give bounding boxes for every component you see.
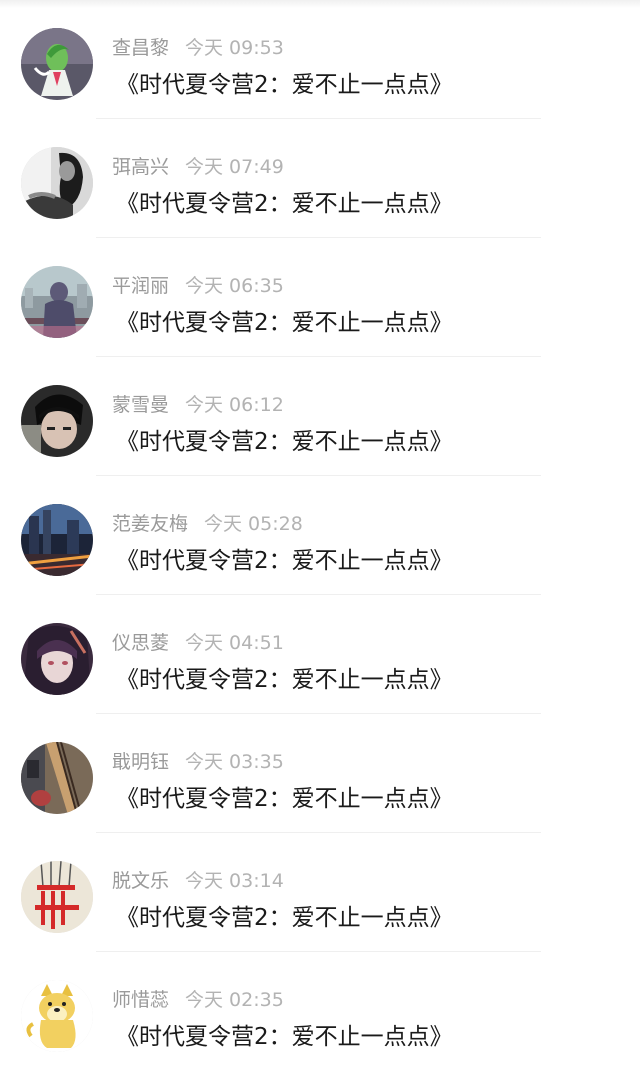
username[interactable]: 平润丽: [112, 275, 169, 297]
comment-meta: 弭高兴 今天 07:49: [112, 155, 284, 179]
comment-meta: 仪思菱 今天 04:51: [112, 631, 284, 655]
username[interactable]: 戢明钰: [112, 751, 169, 773]
timestamp: 今天 03:35: [185, 751, 284, 773]
boy-face-avatar[interactable]: [21, 385, 93, 457]
comment-text: 《时代夏令营2：爱不止一点点》: [116, 310, 453, 336]
timestamp: 今天 06:35: [185, 275, 284, 297]
comment-item[interactable]: 平润丽 今天 06:35 《时代夏令营2：爱不止一点点》: [0, 238, 640, 357]
comment-item[interactable]: 戢明钰 今天 03:35 《时代夏令营2：爱不止一点点》: [0, 714, 640, 833]
comment-item[interactable]: 蒙雪曼 今天 06:12 《时代夏令营2：爱不止一点点》: [0, 357, 640, 476]
username[interactable]: 师惜蕊: [112, 989, 169, 1011]
comment-meta: 范姜友梅 今天 05:28: [112, 512, 303, 536]
comment-meta: 戢明钰 今天 03:35: [112, 750, 284, 774]
timestamp: 今天 09:53: [185, 37, 284, 59]
comment-meta: 平润丽 今天 06:35: [112, 274, 284, 298]
anime-dark-hair-avatar[interactable]: [21, 623, 93, 695]
comment-meta: 查昌黎 今天 09:53: [112, 36, 284, 60]
comment-text: 《时代夏令营2：爱不止一点点》: [116, 72, 453, 98]
timestamp: 今天 02:35: [185, 989, 284, 1011]
timestamp: 今天 04:51: [185, 632, 284, 654]
comment-meta: 师惜蕊 今天 02:35: [112, 988, 284, 1012]
comment-text: 《时代夏令营2：爱不止一点点》: [116, 667, 453, 693]
timestamp: 今天 03:14: [185, 870, 284, 892]
black-white-woman-portrait-avatar[interactable]: [21, 147, 93, 219]
night-city-avatar[interactable]: [21, 504, 93, 576]
comment-item[interactable]: 仪思菱 今天 04:51 《时代夏令营2：爱不止一点点》: [0, 595, 640, 714]
timestamp: 今天 06:12: [185, 394, 284, 416]
red-ornaments-avatar[interactable]: [21, 861, 93, 933]
timestamp: 今天 05:28: [204, 513, 303, 535]
comment-item[interactable]: 师惜蕊 今天 02:35 《时代夏令营2：爱不止一点点》: [0, 952, 640, 1071]
comment-text: 《时代夏令营2：爱不止一点点》: [116, 786, 453, 812]
comment-item[interactable]: 查昌黎 今天 09:53 《时代夏令营2：爱不止一点点》: [0, 0, 640, 119]
green-anime-character-avatar[interactable]: [21, 28, 93, 100]
username[interactable]: 范姜友梅: [112, 513, 188, 535]
comment-text: 《时代夏令营2：爱不止一点点》: [116, 548, 453, 574]
city-skyline-girl-avatar[interactable]: [21, 266, 93, 338]
comment-text: 《时代夏令营2：爱不止一点点》: [116, 1024, 453, 1050]
username[interactable]: 仪思菱: [112, 632, 169, 654]
timestamp: 今天 07:49: [185, 156, 284, 178]
comment-text: 《时代夏令营2：爱不止一点点》: [116, 429, 453, 455]
username[interactable]: 弭高兴: [112, 156, 169, 178]
comment-text: 《时代夏令营2：爱不止一点点》: [116, 191, 453, 217]
username[interactable]: 脱文乐: [112, 870, 169, 892]
username[interactable]: 蒙雪曼: [112, 394, 169, 416]
comment-item[interactable]: 脱文乐 今天 03:14 《时代夏令营2：爱不止一点点》: [0, 833, 640, 952]
comment-meta: 脱文乐 今天 03:14: [112, 869, 284, 893]
comment-meta: 蒙雪曼 今天 06:12: [112, 393, 284, 417]
comment-item[interactable]: 弭高兴 今天 07:49 《时代夏令营2：爱不止一点点》: [0, 119, 640, 238]
guitar-closeup-avatar[interactable]: [21, 742, 93, 814]
username[interactable]: 查昌黎: [112, 37, 169, 59]
comment-text: 《时代夏令营2：爱不止一点点》: [116, 905, 453, 931]
comment-item[interactable]: 范姜友梅 今天 05:28 《时代夏令营2：爱不止一点点》: [0, 476, 640, 595]
shiba-doge-avatar[interactable]: [21, 980, 93, 1052]
